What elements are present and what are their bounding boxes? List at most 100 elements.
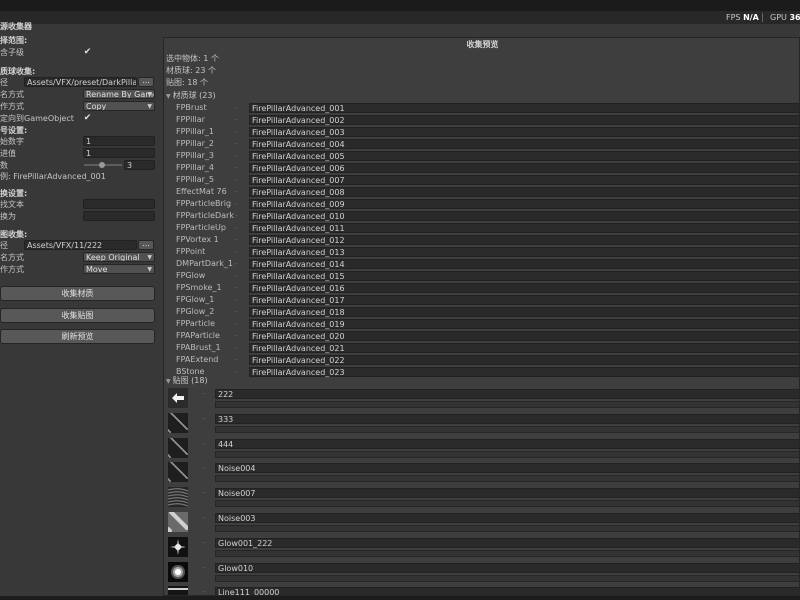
- material-target-field[interactable]: FirePillarAdvanced_017: [249, 295, 799, 305]
- material-target-field[interactable]: FirePillarAdvanced_019: [249, 319, 799, 329]
- material-target-field[interactable]: FirePillarAdvanced_009: [249, 199, 799, 209]
- texture-row-bar: [215, 450, 799, 458]
- chevron-down-icon: ▼: [147, 254, 152, 261]
- arrow-separator: -: [235, 355, 238, 364]
- texture-thumbnail[interactable]: [168, 487, 188, 508]
- material-target-field[interactable]: FirePillarAdvanced_005: [249, 151, 799, 161]
- arrow-separator: -: [203, 389, 206, 398]
- redirect-label: 定向到GameObject: [0, 114, 74, 123]
- selected-objects-count: 选中物体: 1 个: [166, 54, 219, 63]
- texture-name-field[interactable]: 333: [215, 413, 799, 424]
- texture-row-bar: [215, 525, 799, 532]
- collect-materials-button[interactable]: 收集材质: [0, 286, 155, 301]
- numbering-header: 号设置:: [0, 126, 28, 135]
- arrow-separator: -: [203, 513, 206, 522]
- texture-name-field[interactable]: Noise004: [215, 463, 799, 474]
- material-target-field[interactable]: FirePillarAdvanced_022: [249, 355, 799, 365]
- material-operation-dropdown[interactable]: Copy ▼: [83, 101, 155, 111]
- digits-slider-thumb[interactable]: [99, 162, 105, 168]
- material-target-field[interactable]: FirePillarAdvanced_021: [249, 343, 799, 353]
- digits-label: 数: [0, 161, 8, 170]
- material-path-label: 径: [0, 78, 8, 87]
- example-label: 例: FirePillarAdvanced_001: [0, 172, 106, 181]
- material-target-field[interactable]: FirePillarAdvanced_012: [249, 235, 799, 245]
- materials-foldout[interactable]: ▼ 材质球 (23): [166, 91, 216, 101]
- texture-thumbnail[interactable]: [168, 412, 188, 433]
- material-name: FPBrust: [176, 103, 207, 112]
- texture-thumbnail[interactable]: [168, 586, 188, 595]
- texture-path-label: 径: [0, 241, 8, 250]
- material-naming-value: Rename By Game: [86, 90, 155, 99]
- material-name: FPParticleUp: [176, 223, 226, 232]
- material-naming-label: 名方式: [0, 90, 24, 99]
- texture-operation-dropdown[interactable]: Move ▼: [83, 264, 155, 274]
- arrow-separator: -: [235, 331, 238, 340]
- material-name: FPPillar_5: [176, 175, 215, 184]
- material-target-field[interactable]: FirePillarAdvanced_010: [249, 211, 799, 221]
- texture-path-browse-button[interactable]: ...: [138, 240, 154, 250]
- texture-naming-dropdown[interactable]: Keep Original ▼: [83, 252, 155, 262]
- texture-thumbnail[interactable]: [168, 536, 188, 557]
- material-target-field[interactable]: FirePillarAdvanced_006: [249, 163, 799, 173]
- texture-name-field[interactable]: 444: [215, 438, 799, 449]
- texture-name-field[interactable]: Noise007: [215, 488, 799, 499]
- redirect-checkbox[interactable]: ✔: [83, 114, 92, 123]
- material-target-field[interactable]: FirePillarAdvanced_018: [249, 307, 799, 317]
- material-target-field[interactable]: FirePillarAdvanced_008: [249, 187, 799, 197]
- material-path-field[interactable]: Assets/VFX/preset/DarkPillar00: [24, 77, 137, 87]
- material-target-field[interactable]: FirePillarAdvanced_002: [249, 115, 799, 125]
- material-path-browse-button[interactable]: ...: [138, 77, 154, 87]
- material-target-field[interactable]: FirePillarAdvanced_004: [249, 139, 799, 149]
- texture-thumbnail[interactable]: [168, 561, 188, 582]
- texture-name-field[interactable]: Line111_00000: [215, 587, 799, 595]
- replace-with-label: 换为: [0, 212, 16, 221]
- include-children-checkbox[interactable]: ✔: [83, 48, 92, 57]
- material-count: 材质球: 23 个: [166, 66, 216, 75]
- material-target-field[interactable]: FirePillarAdvanced_003: [249, 127, 799, 137]
- material-target-field[interactable]: FirePillarAdvanced_007: [249, 175, 799, 185]
- texture-thumbnail[interactable]: [168, 512, 188, 532]
- material-target-field[interactable]: FirePillarAdvanced_016: [249, 283, 799, 293]
- material-target-field[interactable]: FirePillarAdvanced_014: [249, 259, 799, 269]
- material-target-field[interactable]: FirePillarAdvanced_015: [249, 271, 799, 281]
- material-operation-value: Copy: [86, 102, 107, 111]
- texture-row-bar: [215, 574, 799, 582]
- gpu-stat: GPU 36: [770, 11, 800, 24]
- texture-name-field[interactable]: 222: [215, 389, 799, 399]
- material-target-field[interactable]: FirePillarAdvanced_020: [249, 331, 799, 341]
- texture-name-field[interactable]: Noise003: [215, 513, 799, 523]
- texture-thumbnail[interactable]: [168, 462, 188, 483]
- arrow-separator: -: [235, 187, 238, 196]
- material-target-field[interactable]: FirePillarAdvanced_013: [249, 247, 799, 257]
- chevron-down-icon: ▼: [147, 91, 152, 98]
- start-number-field[interactable]: 1: [83, 136, 155, 146]
- texture-thumbnail[interactable]: [168, 388, 188, 408]
- step-field[interactable]: 1: [83, 148, 155, 158]
- material-name: FPSmoke_1: [176, 283, 222, 292]
- stats-bar: FPS N/A GPU 36: [0, 11, 800, 24]
- arrow-separator: -: [203, 488, 206, 498]
- material-target-field[interactable]: FirePillarAdvanced_023: [249, 367, 799, 377]
- replace-with-field[interactable]: [83, 211, 155, 221]
- digits-field[interactable]: 3: [124, 160, 155, 170]
- material-naming-dropdown[interactable]: Rename By Game ▼: [83, 89, 155, 99]
- arrow-separator: -: [203, 413, 206, 423]
- arrow-separator: -: [235, 271, 238, 280]
- collect-textures-button[interactable]: 收集贴图: [0, 308, 155, 323]
- textures-foldout[interactable]: ▼ 贴图 (18): [166, 376, 208, 386]
- material-target-field[interactable]: FirePillarAdvanced_011: [249, 223, 799, 233]
- material-name: FPParticleDark: [176, 211, 234, 220]
- texture-name-field[interactable]: Glow001_222: [215, 537, 799, 548]
- texture-name-field[interactable]: Glow010: [215, 562, 799, 573]
- texture-path-field[interactable]: Assets/VFX/11/222: [24, 240, 137, 250]
- step-label: 进值: [0, 149, 16, 158]
- material-name: FPGlow_1: [176, 295, 215, 304]
- arrow-separator: -: [235, 115, 238, 124]
- find-text-field[interactable]: [83, 199, 155, 209]
- settings-panel: 源收集器 择范围: 含子级 ✔ 质球收集: 径 Assets/VFX/prese…: [0, 22, 159, 596]
- refresh-preview-button[interactable]: 刷新预览: [0, 329, 155, 344]
- arrow-separator: -: [235, 127, 238, 136]
- top-toolbar: [0, 0, 800, 11]
- material-target-field[interactable]: FirePillarAdvanced_001: [249, 103, 799, 113]
- texture-thumbnail[interactable]: [168, 437, 188, 458]
